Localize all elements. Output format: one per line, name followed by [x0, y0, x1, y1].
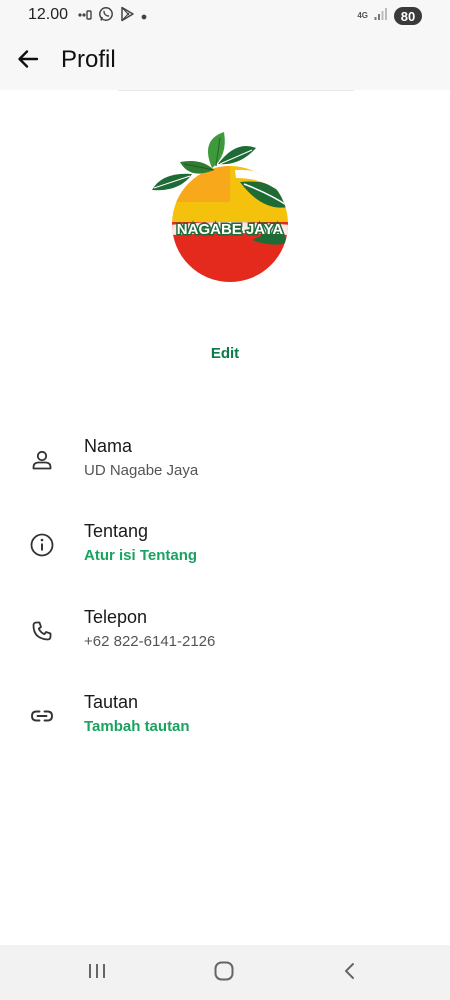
play-store-icon — [120, 6, 135, 27]
nagabe-jaya-logo: NAGABE JAYA — [152, 132, 288, 282]
logo-text: NAGABE JAYA — [177, 221, 284, 238]
recent-apps-button[interactable] — [83, 959, 111, 987]
cellular-signal-icon — [374, 7, 388, 25]
back-button[interactable] — [12, 45, 44, 77]
system-nav-bar — [0, 945, 450, 1000]
recent-apps-icon — [87, 962, 107, 985]
home-button[interactable] — [210, 959, 238, 987]
edit-photo-link[interactable]: Edit — [195, 345, 255, 362]
phone-value: +62 822-6141-2126 — [84, 633, 216, 650]
about-row[interactable]: Tentang Atur isi Tentang — [0, 521, 450, 591]
link-icon — [28, 702, 56, 730]
link-value: Tambah tautan — [84, 718, 190, 735]
profile-screen: 12.00 4G 80 Profil NAGABE JAYA Edit Nama… — [0, 0, 450, 1000]
name-label: Nama — [84, 436, 133, 456]
status-bar: 12.00 4G 80 — [0, 0, 450, 32]
about-label: Tentang — [84, 521, 149, 541]
signal-dots-icon — [78, 7, 92, 25]
network-type-label: 4G — [357, 11, 368, 20]
home-icon — [213, 960, 235, 987]
back-nav-button[interactable] — [336, 959, 364, 987]
divider — [118, 90, 354, 91]
name-row[interactable]: Nama UD Nagabe Jaya — [0, 436, 450, 506]
status-icons-right: 4G 80 — [357, 5, 422, 27]
status-time: 12.00 — [28, 6, 69, 23]
phone-icon — [28, 617, 56, 645]
about-value: Atur isi Tentang — [84, 547, 198, 564]
link-row[interactable]: Tautan Tambah tautan — [0, 692, 450, 762]
status-icons-left — [78, 6, 147, 27]
person-icon — [28, 446, 56, 474]
info-icon — [28, 531, 56, 559]
app-bar: Profil — [0, 32, 450, 90]
page-title: Profil — [61, 46, 116, 73]
battery-indicator: 80 — [394, 7, 422, 25]
arrow-left-icon — [17, 49, 39, 74]
name-value: UD Nagabe Jaya — [84, 462, 199, 479]
whatsapp-icon — [98, 6, 114, 27]
profile-photo[interactable]: NAGABE JAYA — [140, 122, 312, 294]
phone-label: Telepon — [84, 607, 148, 627]
dot-icon — [141, 7, 147, 25]
back-nav-icon — [342, 961, 358, 986]
phone-row[interactable]: Telepon +62 822-6141-2126 — [0, 607, 450, 677]
link-label: Tautan — [84, 692, 139, 712]
